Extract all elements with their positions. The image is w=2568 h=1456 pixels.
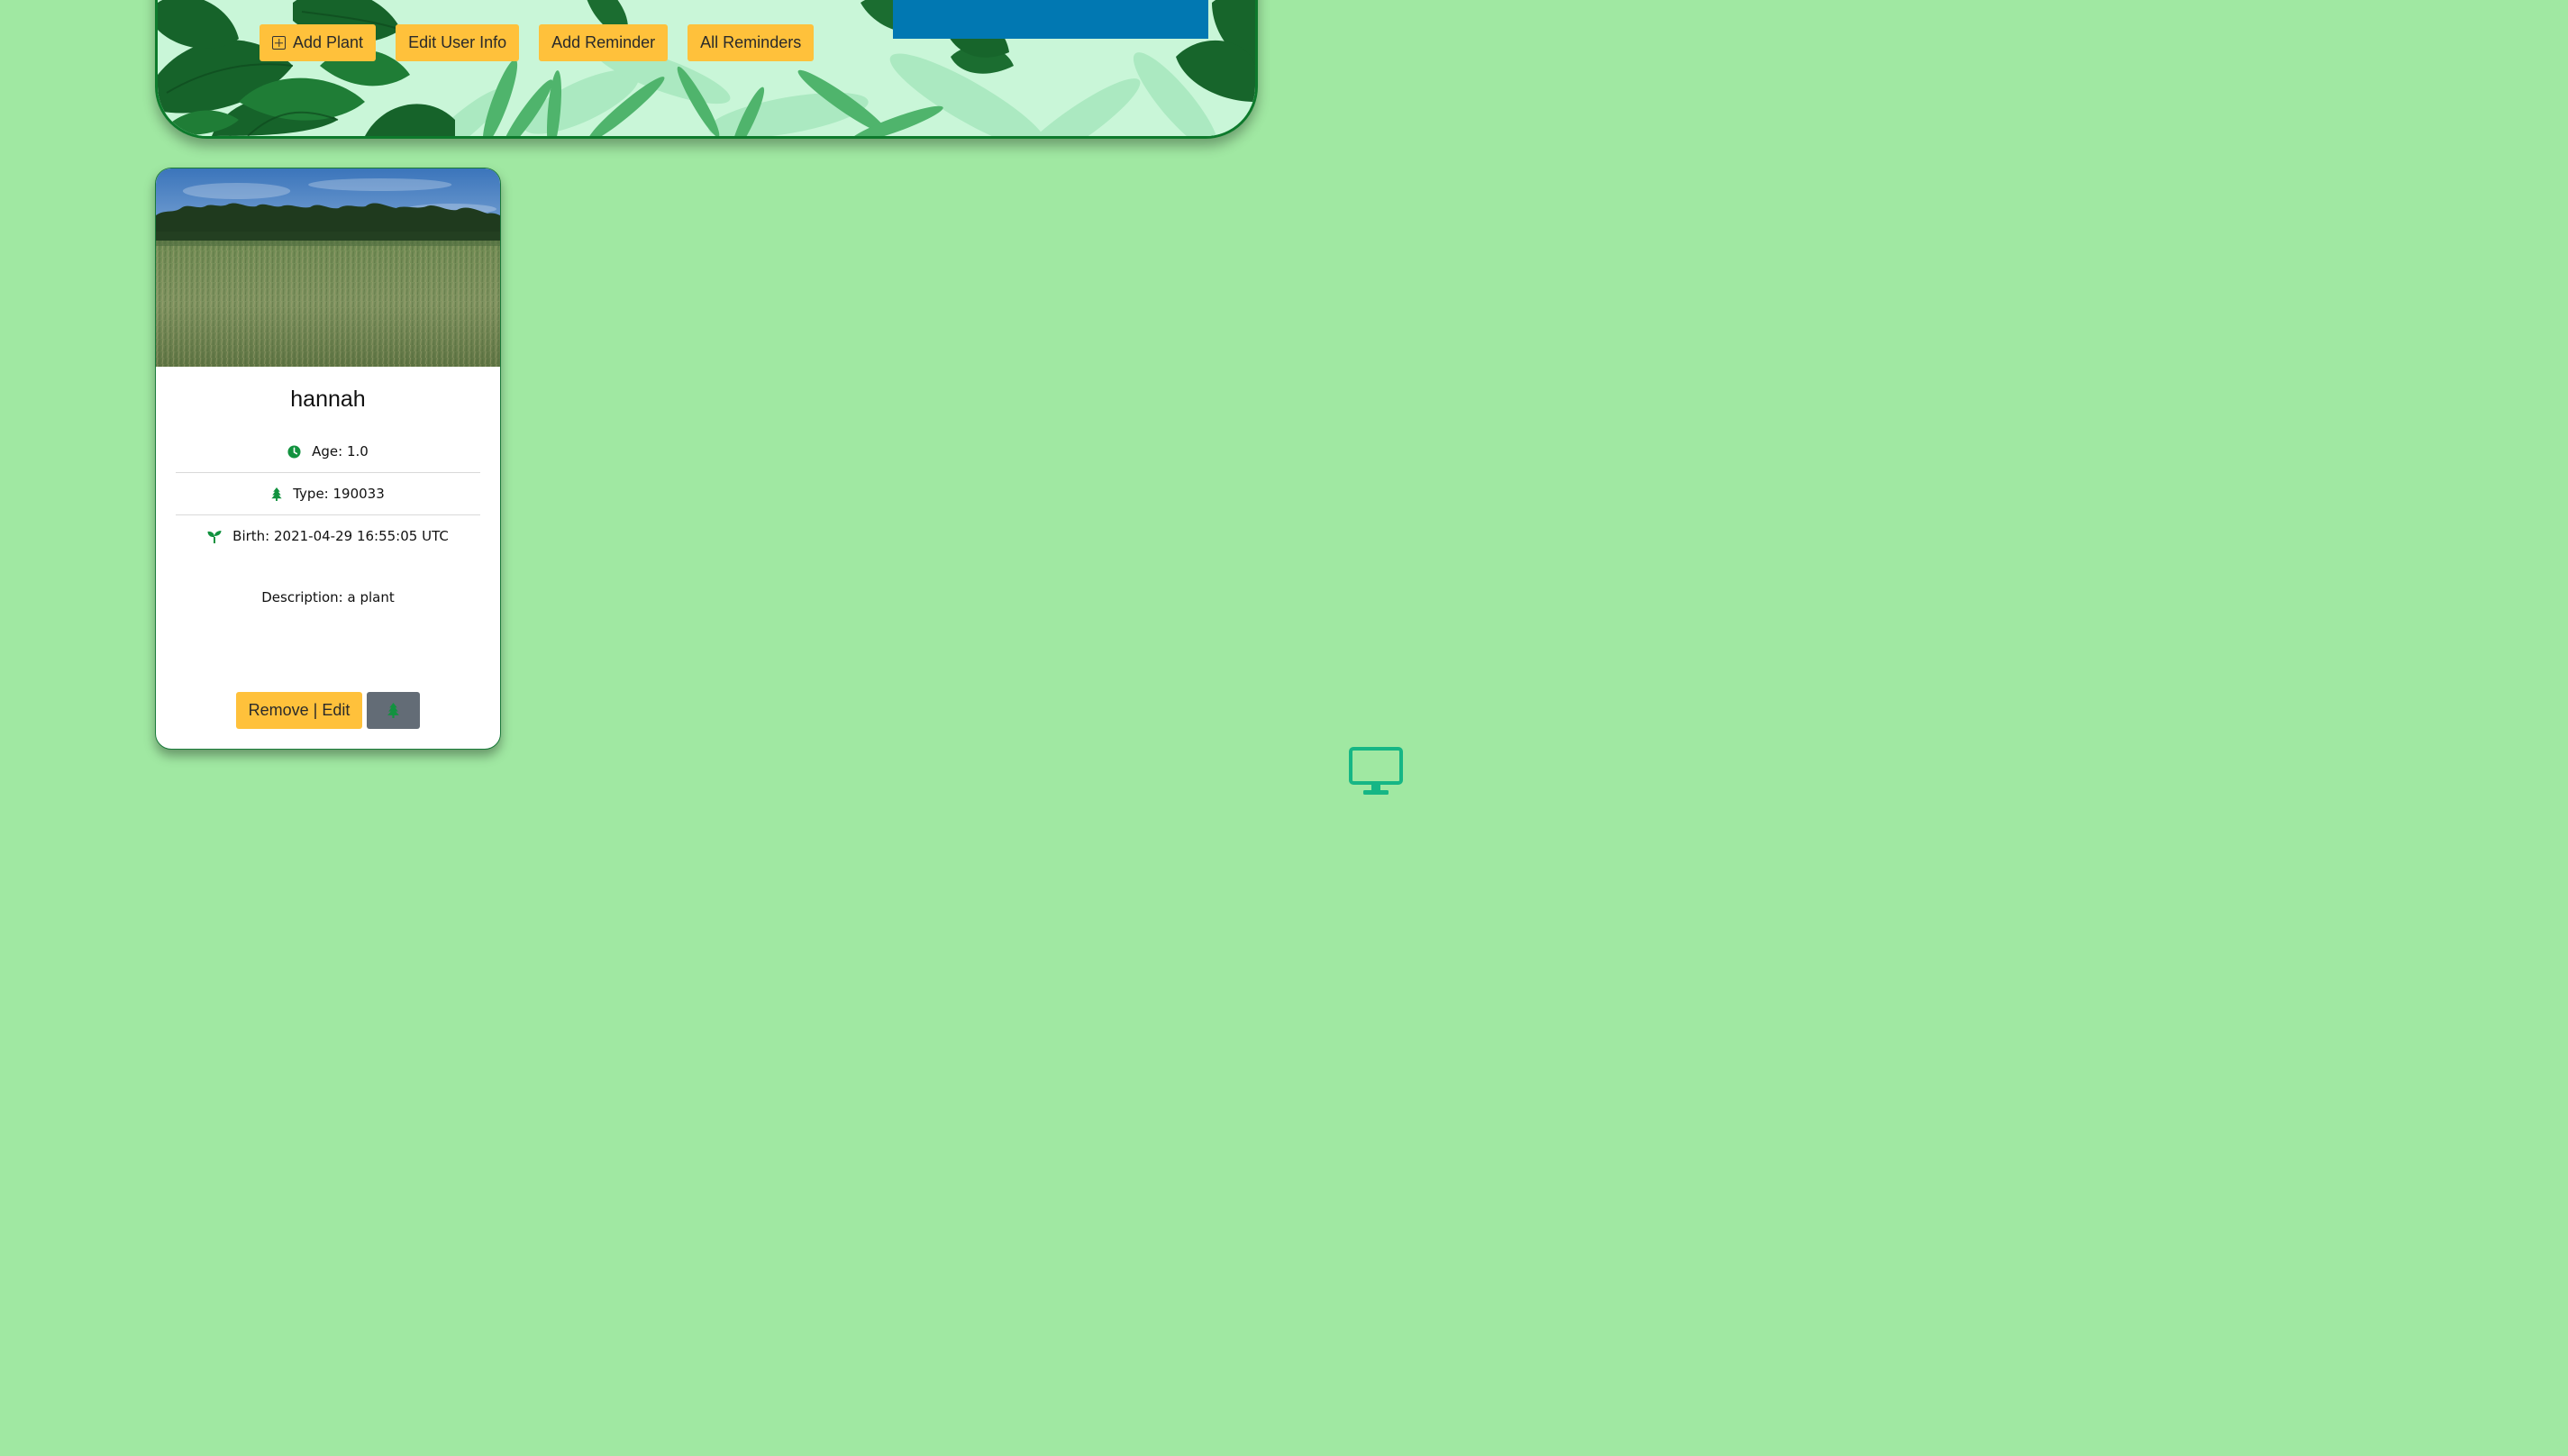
all-reminders-button[interactable]: All Reminders xyxy=(688,24,815,61)
header-banner: Add Plant Edit User Info Add Reminder Al… xyxy=(155,0,1258,139)
age-label: Age: 1.0 xyxy=(312,443,369,460)
tree-icon xyxy=(271,487,282,501)
age-row: Age: 1.0 xyxy=(176,431,480,473)
clock-icon xyxy=(287,444,301,459)
edit-user-info-label: Edit User Info xyxy=(408,33,507,51)
type-label: Type: 190033 xyxy=(293,486,385,502)
tree-icon xyxy=(387,703,400,718)
description-text: Description: a plant xyxy=(261,589,395,605)
plant-photo xyxy=(156,168,500,367)
birth-row: Birth: 2021-04-29 16:55:05 UTC xyxy=(176,515,480,557)
birth-label: Birth: 2021-04-29 16:55:05 UTC xyxy=(232,528,449,544)
add-plant-label: Add Plant xyxy=(293,33,364,51)
add-reminder-label: Add Reminder xyxy=(551,33,656,51)
nav-bar: Add Plant Edit User Info Add Reminder Al… xyxy=(260,24,815,61)
blue-panel xyxy=(893,0,1208,39)
add-reminder-button[interactable]: Add Reminder xyxy=(539,24,669,61)
desktop-monitor-icon[interactable] xyxy=(1349,747,1403,797)
remove-edit-button[interactable]: Remove | Edit xyxy=(235,692,363,729)
water-plant-button[interactable] xyxy=(367,692,421,729)
all-reminders-label: All Reminders xyxy=(700,33,802,51)
card-actions: Remove | Edit xyxy=(156,692,500,729)
plant-name: hannah xyxy=(290,387,366,412)
add-plant-button[interactable]: Add Plant xyxy=(260,24,377,61)
edit-user-info-button[interactable]: Edit User Info xyxy=(396,24,520,61)
seedling-icon xyxy=(207,530,222,543)
plant-card: hannah Age: 1.0 Type: 190033 Birth: 2021… xyxy=(155,168,501,750)
plus-square-icon xyxy=(272,36,286,50)
type-row: Type: 190033 xyxy=(176,473,480,515)
